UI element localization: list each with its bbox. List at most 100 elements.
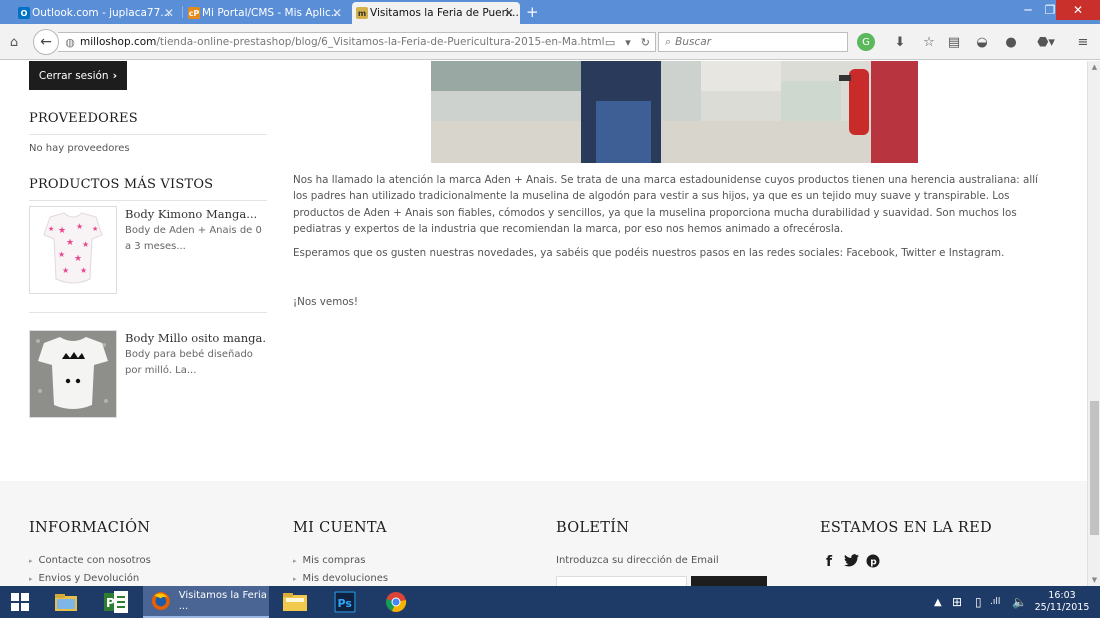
close-tab-icon[interactable]: ✕	[164, 6, 174, 20]
product-name-link[interactable]: Body Kimono Manga...	[125, 207, 267, 221]
tray-overflow-icon[interactable]: ▲	[934, 586, 942, 618]
footer-social-title: ESTAMOS EN LA RED	[820, 520, 992, 536]
footer: INFORMACIÓN ▸ Contacte con nosotros ▸ En…	[0, 481, 1087, 586]
search-input[interactable]	[675, 36, 836, 48]
dropdown-chevron-icon[interactable]: ▾	[620, 36, 636, 49]
divider	[29, 200, 267, 201]
twitter-icon[interactable]	[844, 554, 859, 571]
photoshop-taskbar-icon[interactable]: Ps	[327, 586, 363, 618]
volume-icon[interactable]: 🔈	[1012, 586, 1027, 618]
product-thumbnail-kimono[interactable]: ★ ★ ★ ★ ★ ★ ★ ★ ★ ★	[29, 206, 117, 294]
new-tab-button[interactable]: +	[526, 3, 539, 21]
battery-icon[interactable]: ▯	[975, 586, 982, 618]
product-thumbnail-millo[interactable]	[29, 330, 117, 418]
reload-icon[interactable]: ↻	[636, 36, 655, 49]
product-name-link[interactable]: Body Millo osito manga...	[125, 331, 267, 345]
footer-info-title: INFORMACIÓN	[29, 520, 151, 536]
svg-text:★: ★	[66, 238, 74, 248]
svg-text:★: ★	[62, 266, 69, 275]
svg-text:★: ★	[58, 226, 66, 236]
article-paragraph: Esperamos que os gusten nuestras novedad…	[293, 247, 1005, 259]
close-window-button[interactable]: ✕	[1056, 0, 1100, 20]
footer-link-contact[interactable]: ▸ Contacte con nosotros	[29, 555, 151, 566]
url-bar-actions: ▭ ▾ ↻	[600, 33, 655, 51]
clock-date: 25/11/2015	[1034, 602, 1090, 613]
most-viewed-title: PRODUCTOS MÁS VISTOS	[29, 177, 214, 192]
explorer-taskbar-icon[interactable]	[48, 586, 84, 618]
start-button[interactable]	[0, 586, 40, 618]
tab-label: Visitamos la Feria de Pueri...	[370, 7, 519, 19]
url-host: milloshop.com	[80, 36, 157, 48]
grammarly-icon[interactable]: G	[857, 33, 875, 51]
back-arrow-icon: ←	[40, 34, 52, 50]
tab-outlook[interactable]: O Outlook.com - juplaca77... ✕	[14, 2, 180, 24]
newsletter-email-input[interactable]	[556, 576, 687, 586]
pinterest-icon[interactable]: p	[866, 554, 880, 572]
link-label: Envios y Devolución	[38, 573, 140, 584]
bookmark-star-icon[interactable]: ☆	[920, 33, 938, 51]
logout-button[interactable]: Cerrar sesión ›	[29, 61, 127, 90]
blog-photo	[431, 61, 918, 163]
bullet-icon: ▸	[293, 556, 297, 565]
bullet-icon: ▸	[29, 556, 33, 565]
tab-label: Outlook.com - juplaca77...	[32, 7, 171, 19]
windows-logo-icon	[11, 593, 29, 611]
reader-view-icon[interactable]: ▭	[600, 36, 620, 49]
newsletter-text: Introduzca su dirección de Email	[556, 555, 719, 566]
firefox-icon	[151, 592, 170, 610]
firefox-taskbar-button[interactable]: Visitamos la Feria ...	[143, 586, 269, 618]
footer-link-orders[interactable]: ▸ Mis compras	[293, 555, 365, 566]
article-paragraph: Nos ha llamado la atención la marca Aden…	[293, 174, 1038, 236]
footer-link-returns[interactable]: ▸ Mis devoluciones	[293, 573, 388, 584]
suppliers-title: PROVEEDORES	[29, 111, 138, 126]
close-tab-icon[interactable]: ✕	[504, 6, 514, 20]
fair-stand-photo	[431, 61, 918, 163]
footer-newsletter-title: BOLETÍN	[556, 520, 630, 536]
url-bar[interactable]: ◍ milloshop.com /tienda-online-prestasho…	[58, 32, 656, 52]
close-tab-icon[interactable]: ✕	[332, 6, 342, 20]
network-signal-icon[interactable]: .ıll	[990, 586, 1000, 618]
millo-icon: m	[356, 7, 368, 19]
scroll-up-icon[interactable]: ▲	[1088, 61, 1100, 73]
svg-text:p: p	[870, 558, 877, 568]
taskbar-window-label: Visitamos la Feria ...	[178, 590, 267, 612]
menu-icon[interactable]: ≡	[1074, 33, 1092, 51]
footer-link-shipping[interactable]: ▸ Envios y Devolución	[29, 573, 139, 584]
chrome-taskbar-icon[interactable]	[378, 586, 414, 618]
tab-visitamos[interactable]: m Visitamos la Feria de Pueri... ✕	[352, 2, 520, 24]
tab-mi-portal[interactable]: cP Mi Portal/CMS - Mis Aplic... ✕	[184, 2, 348, 24]
facebook-icon[interactable]: f	[826, 554, 832, 570]
search-icon: ⌕	[665, 35, 672, 48]
pocket-icon[interactable]: ◒	[973, 33, 991, 51]
scroll-down-icon[interactable]: ▼	[1088, 574, 1100, 586]
svg-text:P: P	[106, 596, 115, 610]
svg-text:★: ★	[48, 225, 54, 233]
search-box[interactable]: ⌕	[658, 32, 848, 52]
svg-text:Ps: Ps	[338, 597, 353, 610]
browser-nav-bar: ⌂ ◍ milloshop.com /tienda-online-prestas…	[0, 24, 1100, 60]
globe-icon: ◍	[65, 35, 75, 49]
outlook-icon: O	[18, 7, 30, 19]
home-icon[interactable]: ⌂	[5, 33, 23, 51]
footer-account-title: MI CUENTA	[293, 520, 387, 536]
clock-time: 16:03	[1048, 590, 1076, 601]
page-scrollbar[interactable]: ▲ ▼	[1087, 61, 1100, 586]
windows-action-icon[interactable]: ⊞	[952, 586, 962, 618]
svg-text:★: ★	[74, 254, 82, 264]
svg-text:★: ★	[76, 222, 83, 231]
chevron-right-icon: ›	[112, 69, 118, 82]
back-button[interactable]: ←	[33, 29, 59, 55]
newsletter-submit-button[interactable]	[691, 576, 767, 586]
article-paragraph: ¡Nos vemos!	[293, 296, 359, 308]
scrollbar-thumb[interactable]	[1090, 401, 1099, 535]
reading-list-icon[interactable]: ▤	[945, 33, 963, 51]
system-clock[interactable]: 16:03 25/11/2015	[1034, 590, 1090, 614]
folder-taskbar-icon[interactable]	[277, 586, 313, 618]
product-description: Body de Aden + Anais de 0 a 3 meses...	[125, 225, 262, 252]
link-label: Mis compras	[302, 555, 366, 566]
link-label: Contacte con nosotros	[38, 555, 151, 566]
adblock-icon[interactable]: ⬣▾	[1033, 33, 1059, 51]
chat-icon[interactable]: ●	[1002, 33, 1020, 51]
project-taskbar-icon[interactable]: P	[98, 586, 134, 618]
download-icon[interactable]: ⬇	[891, 33, 909, 51]
